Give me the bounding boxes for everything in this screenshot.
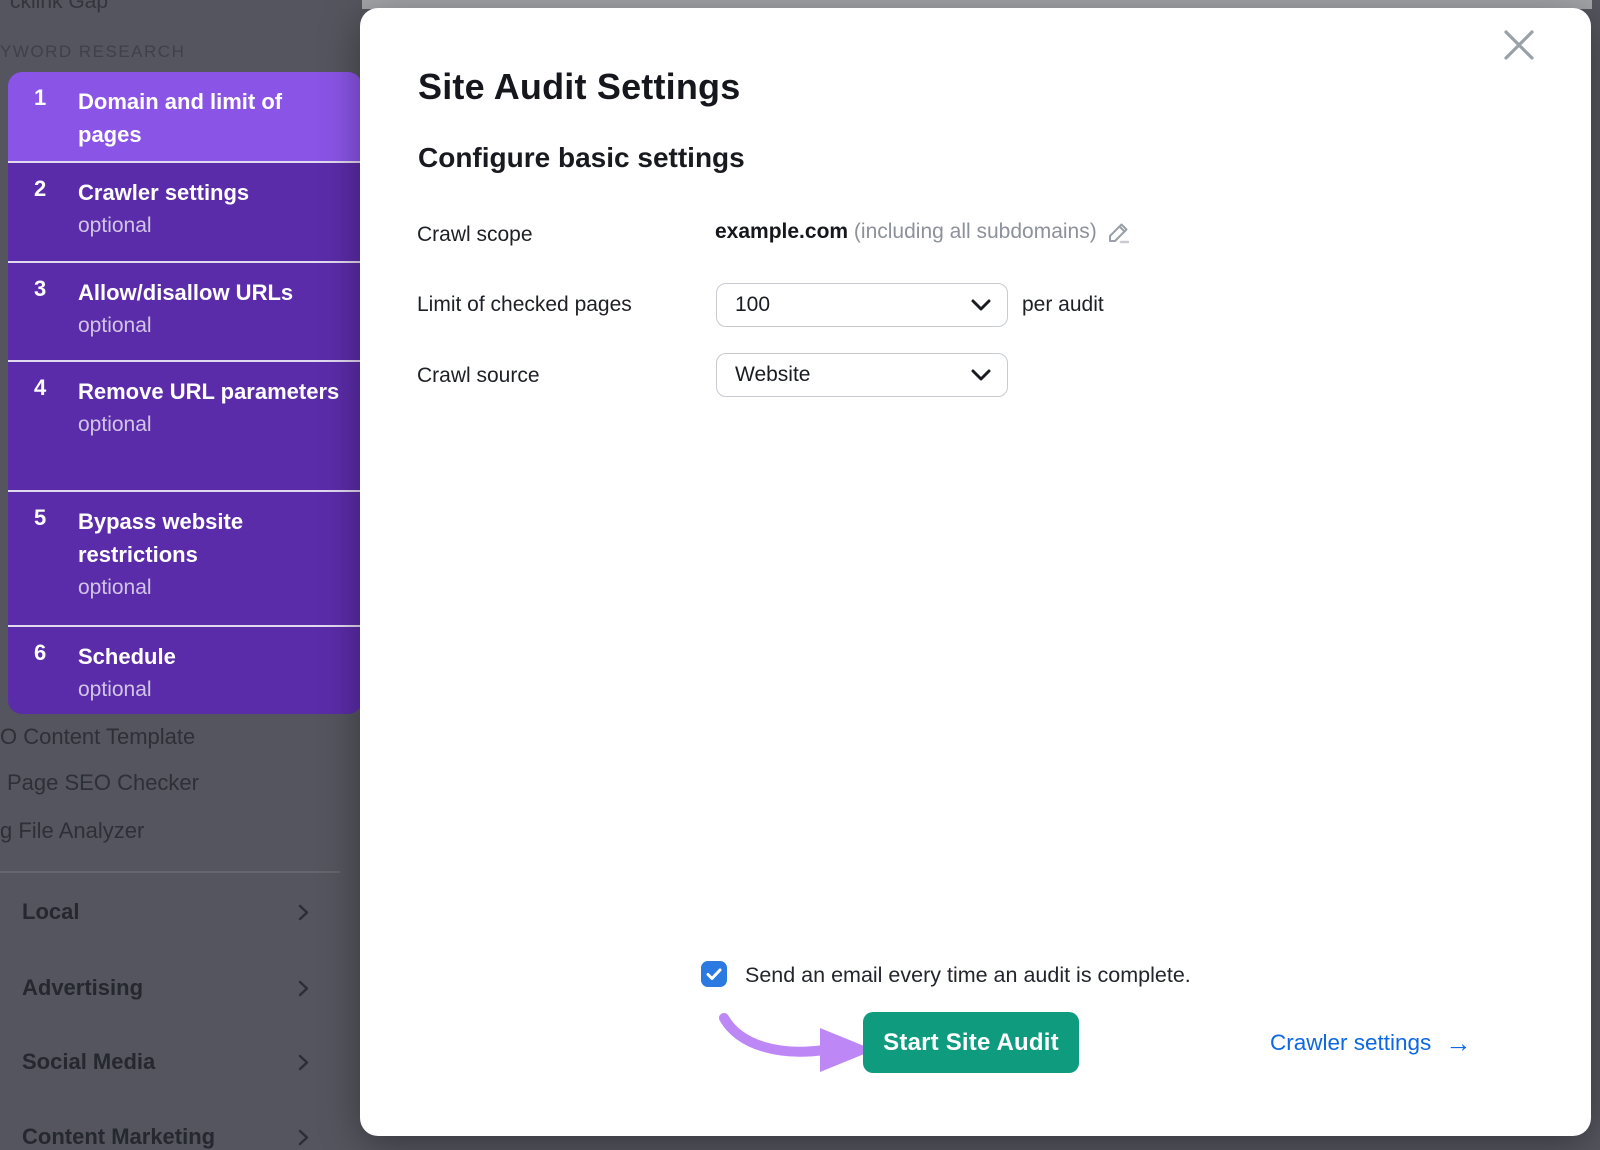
sidebar-item-backlink-gap[interactable]: cklink Gap [10, 0, 108, 14]
wizard-step-schedule[interactable]: 6 Schedule optional [8, 625, 362, 714]
chevron-down-icon [971, 369, 991, 381]
step-number: 4 [34, 375, 46, 401]
chevron-right-icon [295, 980, 312, 997]
limit-of-checked-pages-label: Limit of checked pages [417, 293, 632, 317]
sidebar-group-label: Social Media [22, 1049, 155, 1075]
limit-of-checked-pages-select[interactable]: 100 [716, 283, 1008, 327]
select-value: Website [735, 363, 971, 387]
chevron-right-icon [295, 1054, 312, 1071]
arrow-right-icon: → [1445, 1032, 1471, 1054]
step-number: 3 [34, 276, 46, 302]
sidebar-item-log-file-analyzer[interactable]: g File Analyzer [0, 818, 144, 844]
send-email-checkbox[interactable] [701, 961, 727, 987]
crawl-scope-domain: example.com [715, 220, 848, 243]
step-number: 5 [34, 505, 46, 531]
crawl-scope-value: example.com (including all subdomains) [715, 220, 1131, 244]
site-audit-settings-modal: Site Audit Settings Configure basic sett… [360, 8, 1591, 1136]
sidebar-section-keyword-research: YWORD RESEARCH [0, 42, 185, 62]
step-optional-label: optional [78, 209, 346, 243]
sidebar-item-seo-content-template[interactable]: O Content Template [0, 724, 195, 750]
step-optional-label: optional [78, 408, 346, 442]
sidebar-divider [0, 871, 340, 873]
select-value: 100 [735, 293, 971, 317]
sidebar-group-local[interactable]: Local [0, 899, 340, 925]
sidebar: cklink Gap YWORD RESEARCH 1 Domain and l… [0, 0, 362, 1143]
sidebar-group-social-media[interactable]: Social Media [0, 1049, 340, 1075]
sidebar-item-on-page-seo-checker[interactable]: Page SEO Checker [7, 770, 199, 796]
step-title: Allow/disallow URLs [78, 276, 346, 309]
step-title: Bypass website restrictions [78, 505, 346, 571]
site-audit-wizard-steps: 1 Domain and limit of pages 2 Crawler se… [8, 72, 362, 714]
sidebar-group-advertising[interactable]: Advertising [0, 975, 340, 1001]
section-heading: Configure basic settings [418, 142, 745, 174]
wizard-step-bypass-website-restrictions[interactable]: 5 Bypass website restrictions optional [8, 490, 362, 625]
step-number: 2 [34, 176, 46, 202]
wizard-step-allow-disallow-urls[interactable]: 3 Allow/disallow URLs optional [8, 261, 362, 360]
per-audit-suffix: per audit [1022, 293, 1104, 317]
crawl-source-label: Crawl source [417, 364, 540, 388]
step-title: Crawler settings [78, 176, 346, 209]
crawler-settings-label: Crawler settings [1270, 1030, 1431, 1056]
wizard-step-domain-and-limit[interactable]: 1 Domain and limit of pages [8, 72, 362, 161]
step-number: 1 [34, 85, 46, 111]
step-optional-label: optional [78, 571, 346, 605]
chevron-right-icon [295, 904, 312, 921]
crawl-scope-note: (including all subdomains) [854, 220, 1097, 243]
sidebar-group-label: Content Marketing [22, 1124, 215, 1150]
edit-pencil-icon[interactable] [1107, 220, 1131, 244]
check-icon [706, 968, 722, 981]
sidebar-group-label: Advertising [22, 975, 143, 1001]
send-email-label: Send an email every time an audit is com… [745, 963, 1191, 988]
crawl-source-select[interactable]: Website [716, 353, 1008, 397]
step-optional-label: optional [78, 309, 346, 343]
start-site-audit-label: Start Site Audit [883, 1029, 1059, 1057]
step-title: Remove URL parameters [78, 375, 346, 408]
close-icon[interactable] [1498, 24, 1540, 66]
step-title: Schedule [78, 640, 346, 673]
crawler-settings-link[interactable]: Crawler settings → [1270, 1030, 1471, 1056]
sidebar-group-content-marketing[interactable]: Content Marketing [0, 1124, 340, 1150]
step-title: Domain and limit of pages [78, 85, 346, 151]
chevron-down-icon [971, 299, 991, 311]
sidebar-group-label: Local [22, 899, 79, 925]
wizard-step-remove-url-parameters[interactable]: 4 Remove URL parameters optional [8, 360, 362, 490]
step-number: 6 [34, 640, 46, 666]
crawl-scope-label: Crawl scope [417, 223, 533, 247]
step-optional-label: optional [78, 673, 346, 707]
wizard-step-crawler-settings[interactable]: 2 Crawler settings optional [8, 161, 362, 261]
start-site-audit-button[interactable]: Start Site Audit [863, 1012, 1079, 1073]
modal-title: Site Audit Settings [418, 66, 740, 108]
